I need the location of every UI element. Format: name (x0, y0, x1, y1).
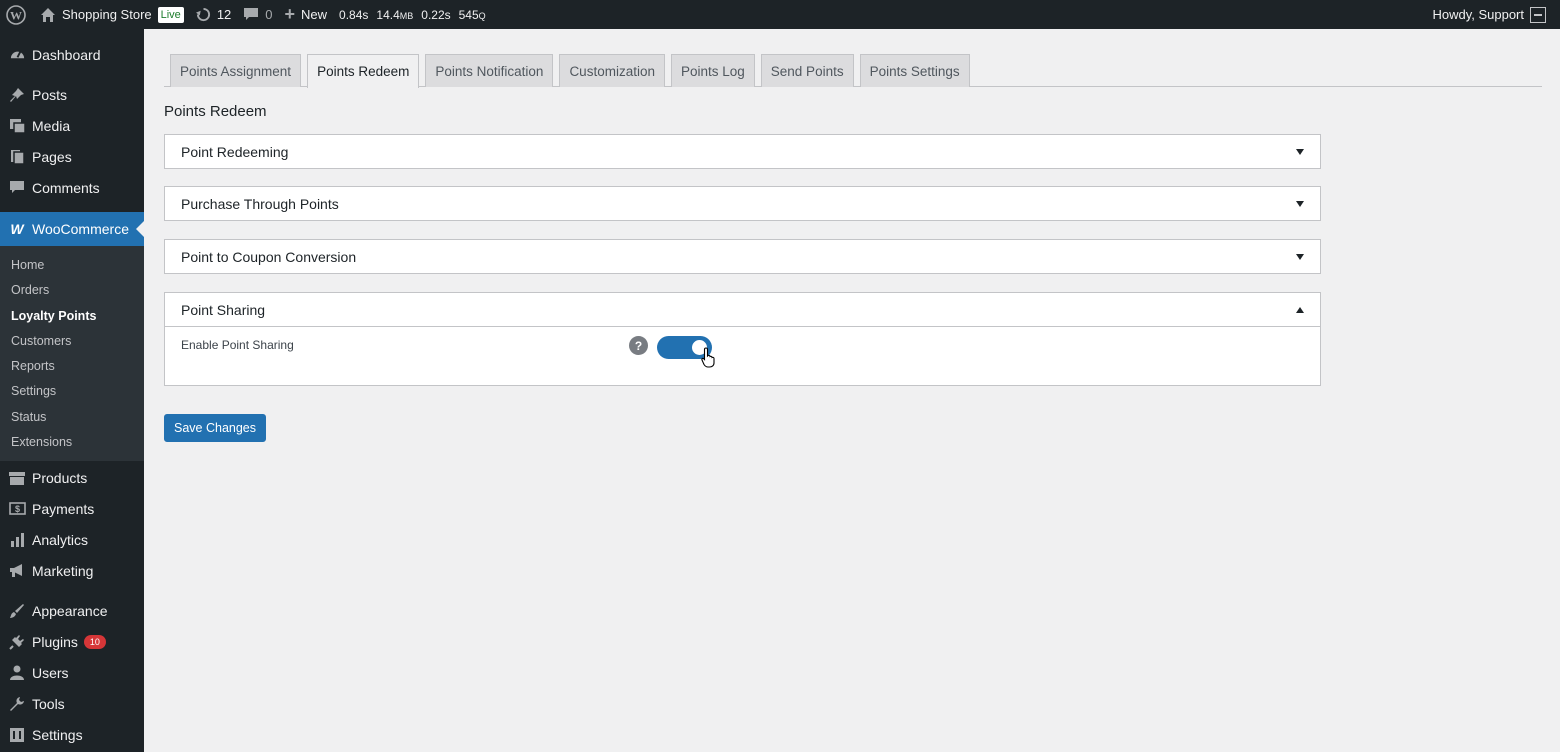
admin-bar: W Shopping Store Live 12 0 + New 0.84s 1… (0, 0, 1560, 29)
refresh-icon (195, 7, 211, 22)
plugins-update-badge: 10 (83, 634, 106, 649)
section-point-redeeming-header[interactable]: Point Redeeming (165, 135, 1320, 168)
tab-points-redeem[interactable]: Points Redeem (307, 54, 420, 88)
site-name-link[interactable]: Shopping Store Live (34, 0, 190, 29)
main-content: Points Assignment Points Redeem Points N… (164, 29, 1542, 442)
submenu-customers[interactable]: Customers (0, 329, 144, 354)
account-menu[interactable]: Howdy, Support (1426, 0, 1560, 29)
live-badge: Live (157, 6, 184, 23)
user-icon (8, 664, 26, 682)
menu-plugins[interactable]: Plugins 10 (0, 626, 144, 657)
updates-link[interactable]: 12 (190, 0, 237, 29)
brush-icon (8, 602, 26, 620)
media-icon (8, 117, 26, 135)
plug-icon (8, 633, 26, 651)
menu-comments[interactable]: Comments (0, 172, 144, 203)
updates-count: 12 (216, 7, 232, 22)
menu-payments[interactable]: $ Payments (0, 493, 144, 524)
tab-points-settings[interactable]: Points Settings (859, 54, 970, 87)
section-point-sharing-header[interactable]: Point Sharing (165, 293, 1320, 326)
admin-sidebar: Dashboard Posts Media Pages Comments W W… (0, 29, 144, 752)
perf-time: 0.84s (339, 7, 369, 22)
comment-icon (243, 7, 259, 22)
submenu-settings[interactable]: Settings (0, 379, 144, 404)
submenu-status[interactable]: Status (0, 405, 144, 430)
section-title: Purchase Through Points (181, 195, 339, 212)
plus-icon: + (284, 4, 296, 24)
bar-chart-icon (8, 531, 26, 549)
pin-icon (8, 86, 26, 104)
section-point-to-coupon: Point to Coupon Conversion (164, 239, 1321, 274)
perf-memory: 14.4MB (376, 7, 414, 22)
section-point-to-coupon-header[interactable]: Point to Coupon Conversion (165, 240, 1320, 273)
submenu-home[interactable]: Home (0, 253, 144, 278)
menu-media[interactable]: Media (0, 110, 144, 141)
menu-products[interactable]: Products (0, 462, 144, 493)
menu-appearance[interactable]: Appearance (0, 595, 144, 626)
help-icon[interactable]: ? (629, 336, 648, 355)
menu-tools[interactable]: Tools (0, 688, 144, 719)
section-title: Point to Coupon Conversion (181, 248, 357, 265)
site-name: Shopping Store (62, 7, 152, 22)
submenu-orders[interactable]: Orders (0, 278, 144, 303)
menu-users[interactable]: Users (0, 657, 144, 688)
caret-down-icon (1296, 200, 1304, 207)
submenu-reports[interactable]: Reports (0, 354, 144, 379)
perf-query-time: 0.22s (421, 7, 451, 22)
wrench-icon (8, 695, 26, 713)
tab-send-points[interactable]: Send Points (760, 54, 854, 87)
enable-point-sharing-label: Enable Point Sharing (181, 338, 294, 352)
perf-queries: 545Q (458, 7, 486, 22)
tab-points-log[interactable]: Points Log (670, 54, 755, 87)
section-point-sharing: Point Sharing Enable Point Sharing ? (164, 292, 1321, 386)
section-title: Point Redeeming (181, 143, 289, 160)
menu-posts[interactable]: Posts (0, 79, 144, 110)
new-label: New (301, 7, 328, 22)
megaphone-icon (8, 562, 26, 580)
archive-icon (8, 469, 26, 487)
section-title: Point Sharing (181, 301, 266, 318)
caret-down-icon (1296, 253, 1304, 260)
svg-text:$: $ (14, 504, 19, 514)
section-point-redeeming: Point Redeeming (164, 134, 1321, 169)
tab-points-assignment[interactable]: Points Assignment (170, 54, 302, 87)
tab-customization[interactable]: Customization (559, 54, 665, 87)
query-monitor[interactable]: 0.84s 14.4MB 0.22s 545Q (333, 0, 500, 29)
submenu-extensions[interactable]: Extensions (0, 430, 144, 455)
caret-up-icon (1296, 306, 1304, 313)
page-title: Points Redeem (164, 103, 267, 120)
menu-pages[interactable]: Pages (0, 141, 144, 172)
comments-link[interactable]: 0 (237, 0, 278, 29)
new-content-link[interactable]: + New (279, 0, 334, 29)
svg-text:W: W (10, 8, 22, 22)
avatar (1530, 6, 1546, 23)
submenu-loyalty-points[interactable]: Loyalty Points (0, 304, 144, 329)
payments-icon: $ (8, 500, 26, 518)
menu-settings[interactable]: Settings (0, 719, 144, 750)
home-icon (40, 7, 56, 23)
caret-down-icon (1296, 148, 1304, 155)
howdy-text: Howdy, Support (1432, 7, 1524, 22)
comments-count: 0 (265, 7, 273, 22)
dashboard-icon (8, 46, 26, 64)
woocommerce-icon: W (10, 221, 24, 237)
wordpress-logo-icon[interactable]: W (0, 0, 32, 29)
menu-woocommerce[interactable]: W WooCommerce (0, 212, 144, 246)
menu-marketing[interactable]: Marketing (0, 555, 144, 586)
section-point-sharing-body: Enable Point Sharing ? (165, 326, 1320, 385)
hand-cursor-icon (701, 347, 717, 373)
woocommerce-submenu: Home Orders Loyalty Points Customers Rep… (0, 246, 144, 462)
menu-dashboard[interactable]: Dashboard (0, 39, 144, 70)
menu-analytics[interactable]: Analytics (0, 524, 144, 555)
comments-icon (8, 179, 26, 197)
settings-tabs: Points Assignment Points Redeem Points N… (164, 54, 1542, 88)
tab-points-notification[interactable]: Points Notification (425, 54, 554, 87)
section-purchase-through-points-header[interactable]: Purchase Through Points (165, 187, 1320, 220)
pages-icon (8, 148, 26, 166)
settings-icon (8, 726, 26, 744)
section-purchase-through-points: Purchase Through Points (164, 186, 1321, 221)
save-changes-button[interactable]: Save Changes (164, 414, 267, 442)
